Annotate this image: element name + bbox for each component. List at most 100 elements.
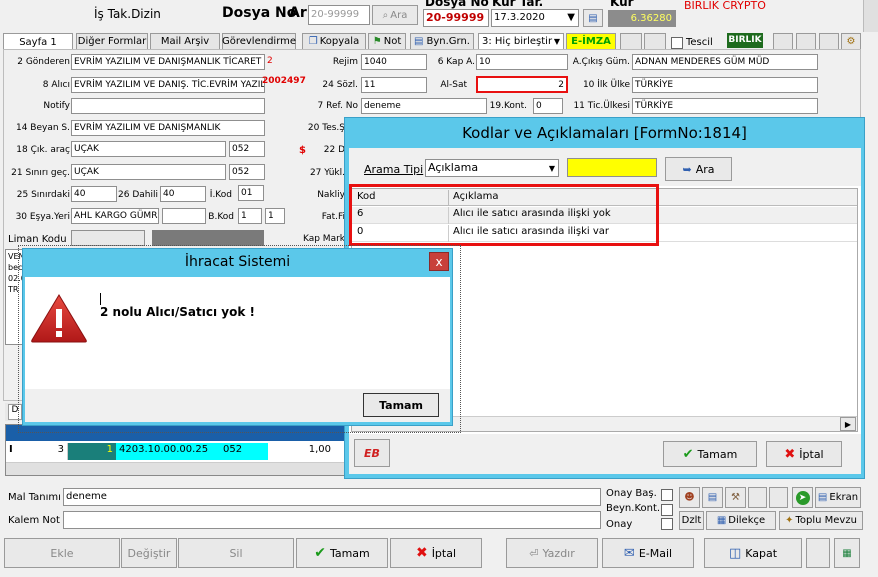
mal-tanimi-field[interactable]: deneme [63, 488, 601, 506]
kur-value: 6.36280 [630, 13, 672, 24]
dosya-no-top-label: Dosya No [425, 0, 489, 9]
blank-tab-3[interactable] [773, 33, 793, 50]
calculator-button[interactable]: ▦ [834, 538, 860, 568]
notify-label: Notify [43, 101, 70, 111]
blank-tab-1[interactable] [620, 33, 642, 50]
dosya-no-search-input[interactable]: 20-99999 [308, 5, 370, 25]
byn-grn-button[interactable]: ▤ Byn.Grn. [410, 33, 474, 50]
dilekce-button[interactable]: ▦ Dilekçe [706, 511, 776, 530]
bkod-field-2[interactable]: 1 [265, 208, 285, 224]
tab-gorevlendirme[interactable]: Görevlendirme [222, 33, 296, 50]
degistir-extra[interactable]: Sil [178, 538, 294, 568]
kodlar-highlight-box [349, 184, 659, 246]
grid-cell-gtip[interactable]: 4203.10.00.00.25 [116, 443, 220, 460]
tic-ulkesi-field[interactable]: TÜRKİYE [632, 98, 818, 114]
arama-tipi-select[interactable]: Açıklama ▼ [425, 159, 559, 177]
rejim-label: Rejim [332, 57, 358, 67]
al-sat-field[interactable]: 2 [476, 76, 568, 93]
hic-birlestir-select[interactable]: 3: Hiç birleştir ▼ [478, 33, 564, 50]
cikis-gum-field[interactable]: ADNAN MENDERES GÜM MÜD [632, 54, 818, 70]
toplu-mevzu-button[interactable]: ✦ Toplu Mevzu [779, 511, 863, 530]
iptal-button[interactable]: ✖ İptal [390, 538, 482, 568]
archive-button[interactable]: ▤ [702, 487, 723, 508]
blank-tab-4[interactable] [796, 33, 816, 50]
beyan-label: 14 Beyan S. [15, 123, 70, 133]
beyan-field[interactable]: EVRİM YAZILIM VE DANIŞMANLIK [71, 120, 265, 136]
tool-button[interactable]: ⚒ [725, 487, 746, 508]
blank-bottom-button[interactable] [806, 538, 830, 568]
kapat-button[interactable]: ◫ Kapat [704, 538, 802, 568]
blank-tab-5[interactable] [819, 33, 839, 50]
tescil-label: Tescil [686, 37, 713, 48]
notify-field[interactable] [71, 98, 265, 114]
degistir-button[interactable]: Değiştir [121, 538, 177, 568]
grid-cell-sira[interactable]: 3 [20, 443, 68, 460]
message-ok-label: Tamam [379, 398, 423, 412]
search-arrow-icon: ➥ [682, 162, 692, 176]
kont-field[interactable]: 0 [533, 98, 563, 114]
ref-no-field[interactable]: deneme [361, 98, 487, 114]
calendar-icon: ▤ [588, 12, 598, 24]
tamam-button[interactable]: ✔ Tamam [296, 538, 388, 568]
scroll-right-button[interactable]: ▶ [840, 417, 856, 431]
sinir-gec-field[interactable]: UÇAK [71, 164, 226, 180]
rejim-field[interactable]: 1040 [361, 54, 427, 70]
forward-button[interactable]: ➤ [792, 487, 813, 508]
cikis-gum-label: A.Çıkış Güm. [572, 57, 630, 67]
users-button[interactable]: ☻ [679, 487, 700, 508]
dosya-no-field[interactable]: 20-99999 [423, 9, 489, 27]
e-imza-button[interactable]: E-İMZA [566, 33, 616, 50]
beyn-kont-checkbox[interactable] [661, 504, 673, 516]
bkod-field-1[interactable]: 1 [238, 208, 262, 224]
kodlar-search-input[interactable] [567, 158, 657, 177]
kodlar-logo-button[interactable]: EB [354, 439, 390, 467]
not-button[interactable]: ⚑ Not [368, 33, 406, 50]
blank-button-2[interactable] [769, 487, 788, 508]
tab-diger-formlar[interactable]: Diğer Formlar [76, 33, 148, 50]
ekran-button[interactable]: ▤ Ekran [815, 487, 861, 508]
tab-mail-arsiv[interactable]: Mail Arşiv [150, 33, 220, 50]
kodlar-tamam-button[interactable]: ✔ Tamam [663, 441, 757, 467]
is-takip-dizin-label[interactable]: İş Tak.Dizin [94, 7, 161, 21]
ekle-button[interactable]: Ekle [4, 538, 120, 568]
blank-tab-2[interactable] [644, 33, 666, 50]
tools-button[interactable]: ⚙ [841, 33, 861, 50]
ilk-ulke-label: 10 İlk Ülke [582, 80, 630, 90]
grid-cell-mensei[interactable]: 052 [220, 443, 268, 460]
cik-arac-code[interactable]: 052 [229, 141, 265, 157]
alici-field[interactable]: EVRİM YAZILIM VE DANIŞ. TİC.EVRİM YAZILI [71, 77, 265, 93]
sinirdaki-field[interactable]: 40 [71, 186, 117, 202]
message-ok-button[interactable]: Tamam [363, 393, 439, 417]
kodlar-iptal-button[interactable]: ✖ İptal [766, 441, 842, 467]
liman-kodu-field[interactable] [71, 230, 145, 246]
kodlar-ara-button[interactable]: ➥ Ara [665, 157, 732, 181]
ikod-field[interactable]: 01 [238, 185, 264, 201]
grid-cell-kalem[interactable]: 1 [68, 443, 116, 460]
tab-sayfa1[interactable]: Sayfa 1 [3, 33, 73, 50]
blank-button-1[interactable] [748, 487, 767, 508]
grid-hscrollbar[interactable] [6, 462, 344, 475]
email-button[interactable]: ✉ E-Mail [602, 538, 694, 568]
calendar-button[interactable]: ▤ [583, 9, 603, 27]
sozl-field[interactable]: 11 [361, 77, 427, 93]
tescil-checkbox[interactable] [671, 37, 683, 49]
chevron-down-icon[interactable]: ▼ [567, 11, 575, 25]
grid-cell-miktar[interactable]: 1,00 [268, 443, 334, 460]
cik-arac-field[interactable]: UÇAK [71, 141, 226, 157]
ilk-ulke-field[interactable]: TÜRKİYE [632, 77, 818, 93]
ara-button[interactable]: ⌕ Ara [372, 5, 418, 25]
onay-bas-checkbox[interactable] [661, 489, 673, 501]
message-close-button[interactable]: x [429, 252, 449, 271]
onay-checkbox[interactable] [661, 518, 673, 530]
sinir-gec-code[interactable]: 052 [229, 164, 265, 180]
kopyala-button[interactable]: ❐ Kopyala [302, 33, 366, 50]
dzlt-button[interactable]: Dzlt [679, 511, 704, 530]
yazdir-button[interactable]: ⏎ Yazdır [506, 538, 598, 568]
gonderen-field[interactable]: EVRİM YAZILIM VE DANIŞMANLIK TİCARET [71, 54, 265, 70]
kur-tarih-field[interactable]: 17.3.2020 ▼ [491, 9, 579, 27]
grid-data-row[interactable]: I 3 1 4203.10.00.00.25 052 1,00 [6, 443, 344, 460]
kalem-not-field[interactable] [63, 511, 601, 529]
kap-a-field[interactable]: 10 [476, 54, 568, 70]
esya-yeri-field[interactable]: AHL KARGO GÜMR [71, 208, 159, 224]
kur-tarih-value: 17.3.2020 [494, 12, 545, 23]
